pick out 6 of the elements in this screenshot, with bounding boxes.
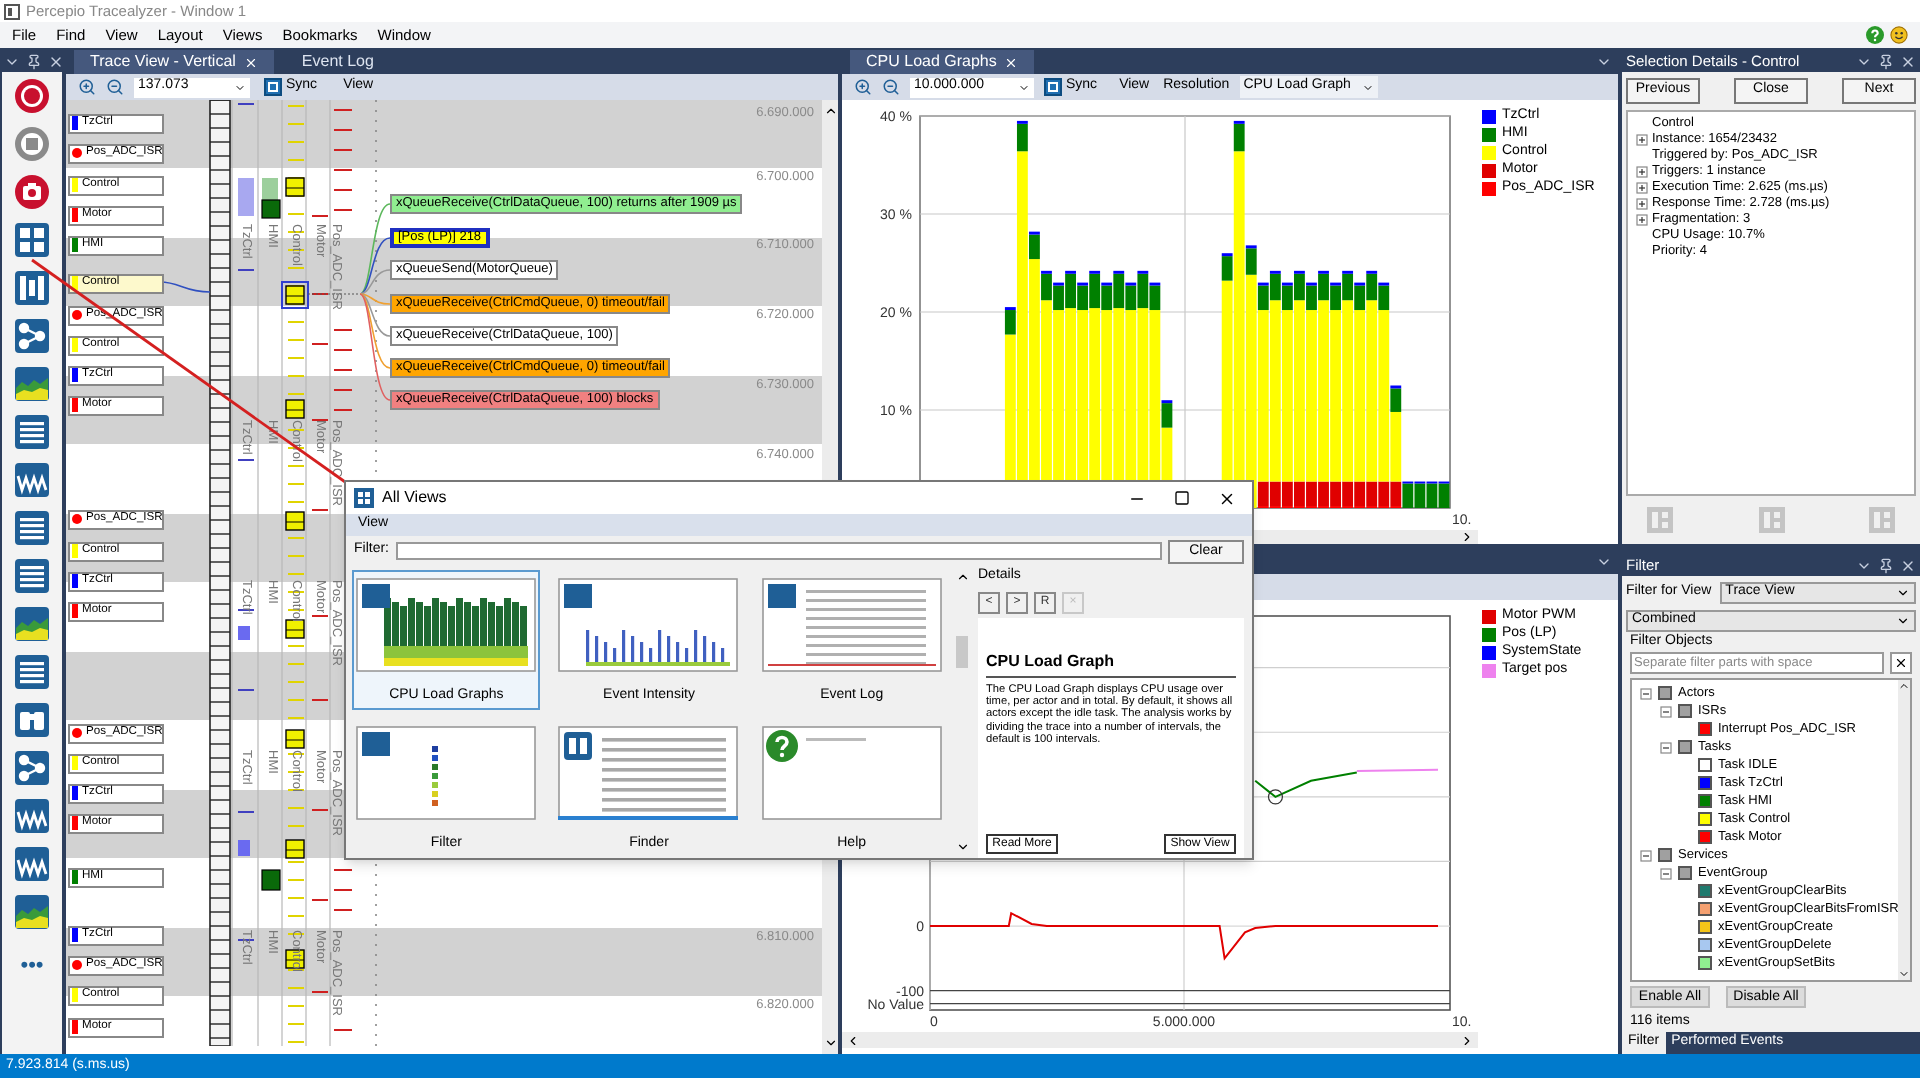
more-button[interactable]: ••• — [20, 950, 44, 983]
tab[interactable]: Trace View - Vertical — [74, 50, 274, 74]
details-heading: CPU Load Graph — [986, 649, 1236, 677]
tab[interactable]: Event Log — [285, 50, 390, 74]
tab[interactable]: CPU Load Graphs — [850, 50, 1035, 74]
dialog-title: All Views — [382, 486, 447, 510]
